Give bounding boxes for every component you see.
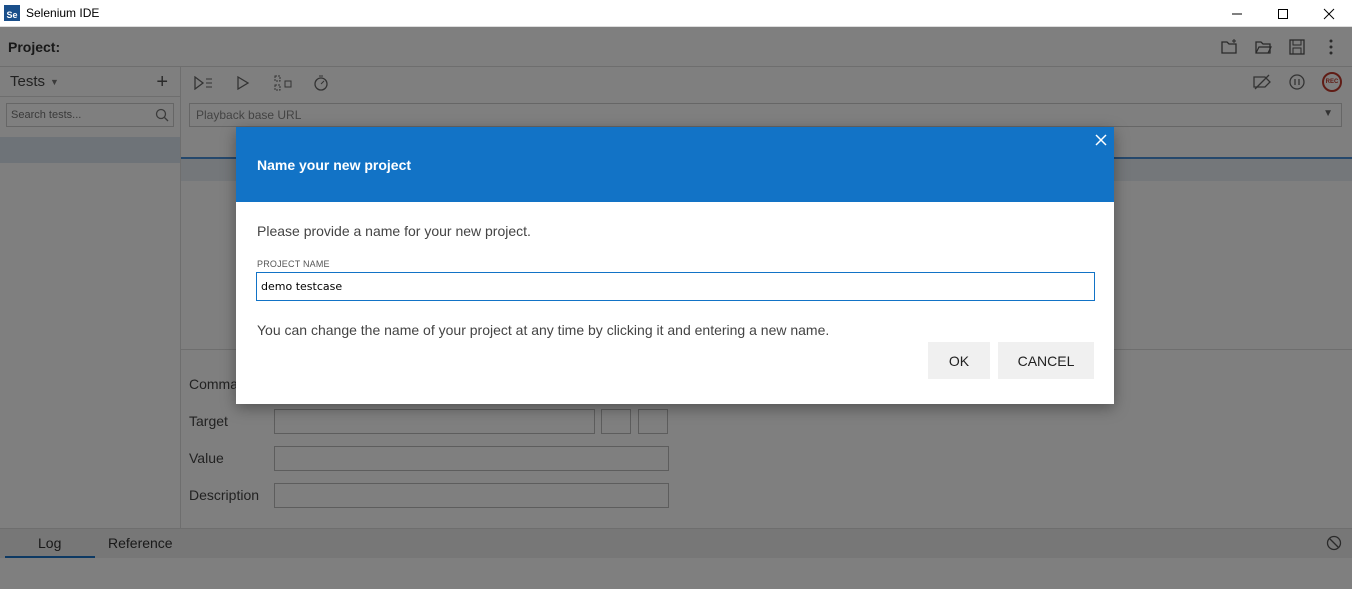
project-name-input[interactable] [256,272,1095,301]
dialog-header: Name your new project [236,127,1114,202]
window-title: Selenium IDE [26,6,100,20]
cancel-button[interactable]: CANCEL [998,342,1094,379]
dialog-title: Name your new project [257,157,412,173]
window-titlebar: Se Selenium IDE [0,0,1352,27]
maximize-icon [1278,8,1288,19]
dialog-prompt: Please provide a name for your new proje… [257,223,531,239]
close-icon[interactable] [1093,132,1109,148]
minimize-button[interactable] [1214,0,1260,27]
project-name-label: PROJECT NAME [257,259,330,269]
dialog-hint: You can change the name of your project … [257,322,830,338]
maximize-button[interactable] [1260,0,1306,27]
close-icon [1323,8,1335,19]
ok-button[interactable]: OK [928,342,990,379]
selenium-logo-icon: Se [4,5,20,21]
close-window-button[interactable] [1306,0,1352,27]
new-project-dialog: Name your new project Please provide a n… [236,127,1114,404]
minimize-icon [1232,13,1242,14]
window-controls [1214,0,1352,27]
